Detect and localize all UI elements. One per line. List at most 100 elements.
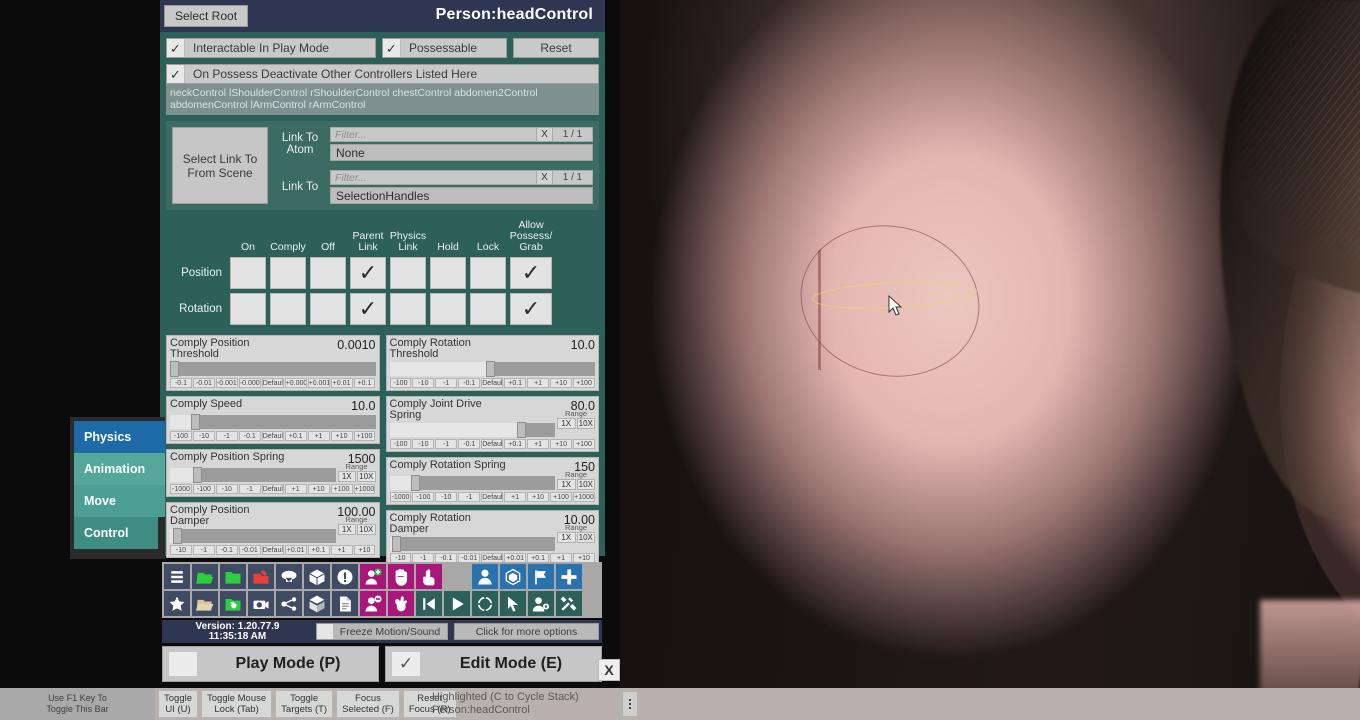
tools-icon[interactable] [556, 591, 582, 616]
range-button-1x[interactable]: 1X [557, 479, 576, 490]
slider-step-button[interactable]: +1 [330, 545, 353, 555]
slider-step-button[interactable]: Default [481, 492, 504, 502]
reset-button[interactable]: Reset [513, 38, 599, 58]
bottom-bar-button-focus-selected-f-[interactable]: Focus Selected (F) [336, 690, 400, 718]
package-manager-icon[interactable] [304, 591, 330, 616]
possessable-checkbox[interactable]: ✓ Possessable [382, 38, 507, 58]
slider-step-button[interactable]: -0.1 [170, 378, 192, 388]
overflow-menu-icon[interactable] [622, 691, 638, 717]
grab-hand-icon[interactable] [388, 591, 414, 616]
range-button-1x[interactable]: 1X [557, 418, 576, 429]
range-button-1x[interactable]: 1X [337, 471, 356, 482]
select-cursor-icon[interactable] [500, 591, 526, 616]
slider-thumb[interactable] [170, 361, 180, 377]
slider-step-button[interactable]: +1 [527, 439, 550, 449]
tab-move[interactable]: Move [74, 485, 165, 517]
slider-track[interactable] [389, 536, 555, 552]
folder-icon[interactable] [220, 564, 246, 589]
interactable-in-play-mode-checkbox[interactable]: ✓ Interactable In Play Mode [166, 38, 376, 58]
slider-step-button[interactable]: +0.01 [284, 545, 307, 555]
slider-step-button[interactable]: -0.01 [192, 378, 215, 388]
alert-icon[interactable] [332, 564, 358, 589]
matrix-checkbox-physics-link-position[interactable] [390, 257, 426, 289]
matrix-checkbox-lock-rotation[interactable] [470, 293, 506, 325]
slider-step-button[interactable]: Default [261, 484, 284, 494]
person-icon[interactable] [472, 564, 498, 589]
matrix-checkbox-physics-link-rotation[interactable] [390, 293, 426, 325]
slider-step-button[interactable]: Default [481, 378, 504, 388]
slider-step-button[interactable]: Default [261, 545, 284, 555]
slider-step-button[interactable]: +1000 [573, 492, 595, 502]
plus-icon[interactable] [556, 564, 582, 589]
edit-mode-button[interactable]: ✓ Edit Mode (E) [385, 646, 602, 682]
person-settings-icon[interactable] [528, 591, 554, 616]
slider-step-button[interactable]: Default [481, 439, 504, 449]
slider-step-button[interactable]: +0.1 [353, 378, 376, 388]
slider-step-button[interactable]: -1 [435, 439, 458, 449]
slider-thumb[interactable] [172, 528, 182, 544]
slider-step-button[interactable]: -0.1 [458, 378, 481, 388]
range-button-10x[interactable]: 10X [576, 479, 595, 490]
range-button-1x[interactable]: 1X [557, 532, 576, 543]
slider-value[interactable]: 10.0 [571, 338, 595, 352]
slider-step-button[interactable]: -1 [435, 378, 458, 388]
slider-step-button[interactable]: +1 [307, 431, 330, 441]
tab-control[interactable]: Control [74, 517, 158, 549]
link-to-target-filter-input[interactable]: Filter... [330, 170, 537, 185]
matrix-checkbox-hold-rotation[interactable] [430, 293, 466, 325]
link-to-target-dropdown[interactable]: SelectionHandles [330, 187, 593, 204]
slider-step-button[interactable]: Default [261, 431, 284, 441]
slider-step-button[interactable]: +0.1 [504, 439, 527, 449]
slider-step-button[interactable]: +10 [330, 431, 353, 441]
pointing-hand-icon[interactable] [416, 564, 442, 589]
slider-step-button[interactable]: +1 [284, 484, 307, 494]
slider-step-button[interactable]: +1 [527, 378, 550, 388]
slider-step-button[interactable]: -10 [215, 484, 238, 494]
open-hand-icon[interactable] [388, 564, 414, 589]
hamburger-menu-icon[interactable] [164, 564, 190, 589]
remove-person-icon[interactable] [360, 591, 386, 616]
camera-icon[interactable] [248, 591, 274, 616]
slider-step-button[interactable]: -100 [389, 378, 412, 388]
screenshot-folder-icon[interactable] [220, 591, 246, 616]
slider-step-button[interactable]: +0.0001 [284, 378, 307, 388]
slider-step-button[interactable]: -10 [192, 431, 215, 441]
range-button-10x[interactable]: 10X [576, 418, 595, 429]
slider-step-button[interactable]: +10 [307, 484, 330, 494]
play-mode-button[interactable]: Play Mode (P) [162, 646, 379, 682]
rewind-icon[interactable] [416, 591, 442, 616]
range-button-10x[interactable]: 10X [576, 532, 595, 543]
add-person-icon[interactable] [360, 564, 386, 589]
slider-step-button[interactable]: -1000 [389, 492, 412, 502]
slider-thumb[interactable] [410, 475, 420, 491]
slider-thumb[interactable] [516, 422, 526, 438]
slider-step-button[interactable]: +10 [527, 492, 550, 502]
range-button-10x[interactable]: 10X [357, 471, 376, 482]
matrix-checkbox-on-rotation[interactable] [230, 293, 266, 325]
log-icon[interactable] [332, 591, 358, 616]
matrix-checkbox-parent-link-position[interactable]: ✓ [350, 257, 386, 289]
slider-step-button[interactable]: +100 [330, 484, 353, 494]
slider-step-button[interactable]: +100 [573, 378, 595, 388]
select-root-button[interactable]: Select Root [164, 5, 249, 27]
freeze-motion-sound-toggle[interactable]: Freeze Motion/Sound [316, 623, 448, 640]
link-to-atom-filter-input[interactable]: Filter... [330, 127, 537, 142]
package-icon[interactable] [304, 564, 330, 589]
slider-thumb[interactable] [486, 361, 496, 377]
matrix-checkbox-off-rotation[interactable] [310, 293, 346, 325]
open-scene-icon[interactable] [192, 564, 218, 589]
matrix-checkbox-allow-possess-grab-position[interactable]: ✓ [510, 257, 552, 289]
slider-step-button[interactable]: +0.001 [307, 378, 330, 388]
slider-step-button[interactable]: +1 [504, 492, 527, 502]
slider-track[interactable] [170, 528, 336, 544]
cloud-download-icon[interactable] [276, 564, 302, 589]
slider-step-button[interactable]: +0.1 [504, 378, 527, 388]
slider-step-button[interactable]: +100 [573, 439, 595, 449]
close-button[interactable]: X [598, 659, 620, 681]
slider-track[interactable] [389, 475, 555, 491]
link-to-target-clear-button[interactable]: X [537, 170, 553, 185]
bottom-bar-button-toggle-targets-t-[interactable]: Toggle Targets (T) [275, 690, 334, 718]
slider-step-button[interactable]: -10 [170, 545, 192, 555]
slider-step-button[interactable]: -0.001 [215, 378, 238, 388]
slider-step-button[interactable]: +10 [353, 545, 376, 555]
